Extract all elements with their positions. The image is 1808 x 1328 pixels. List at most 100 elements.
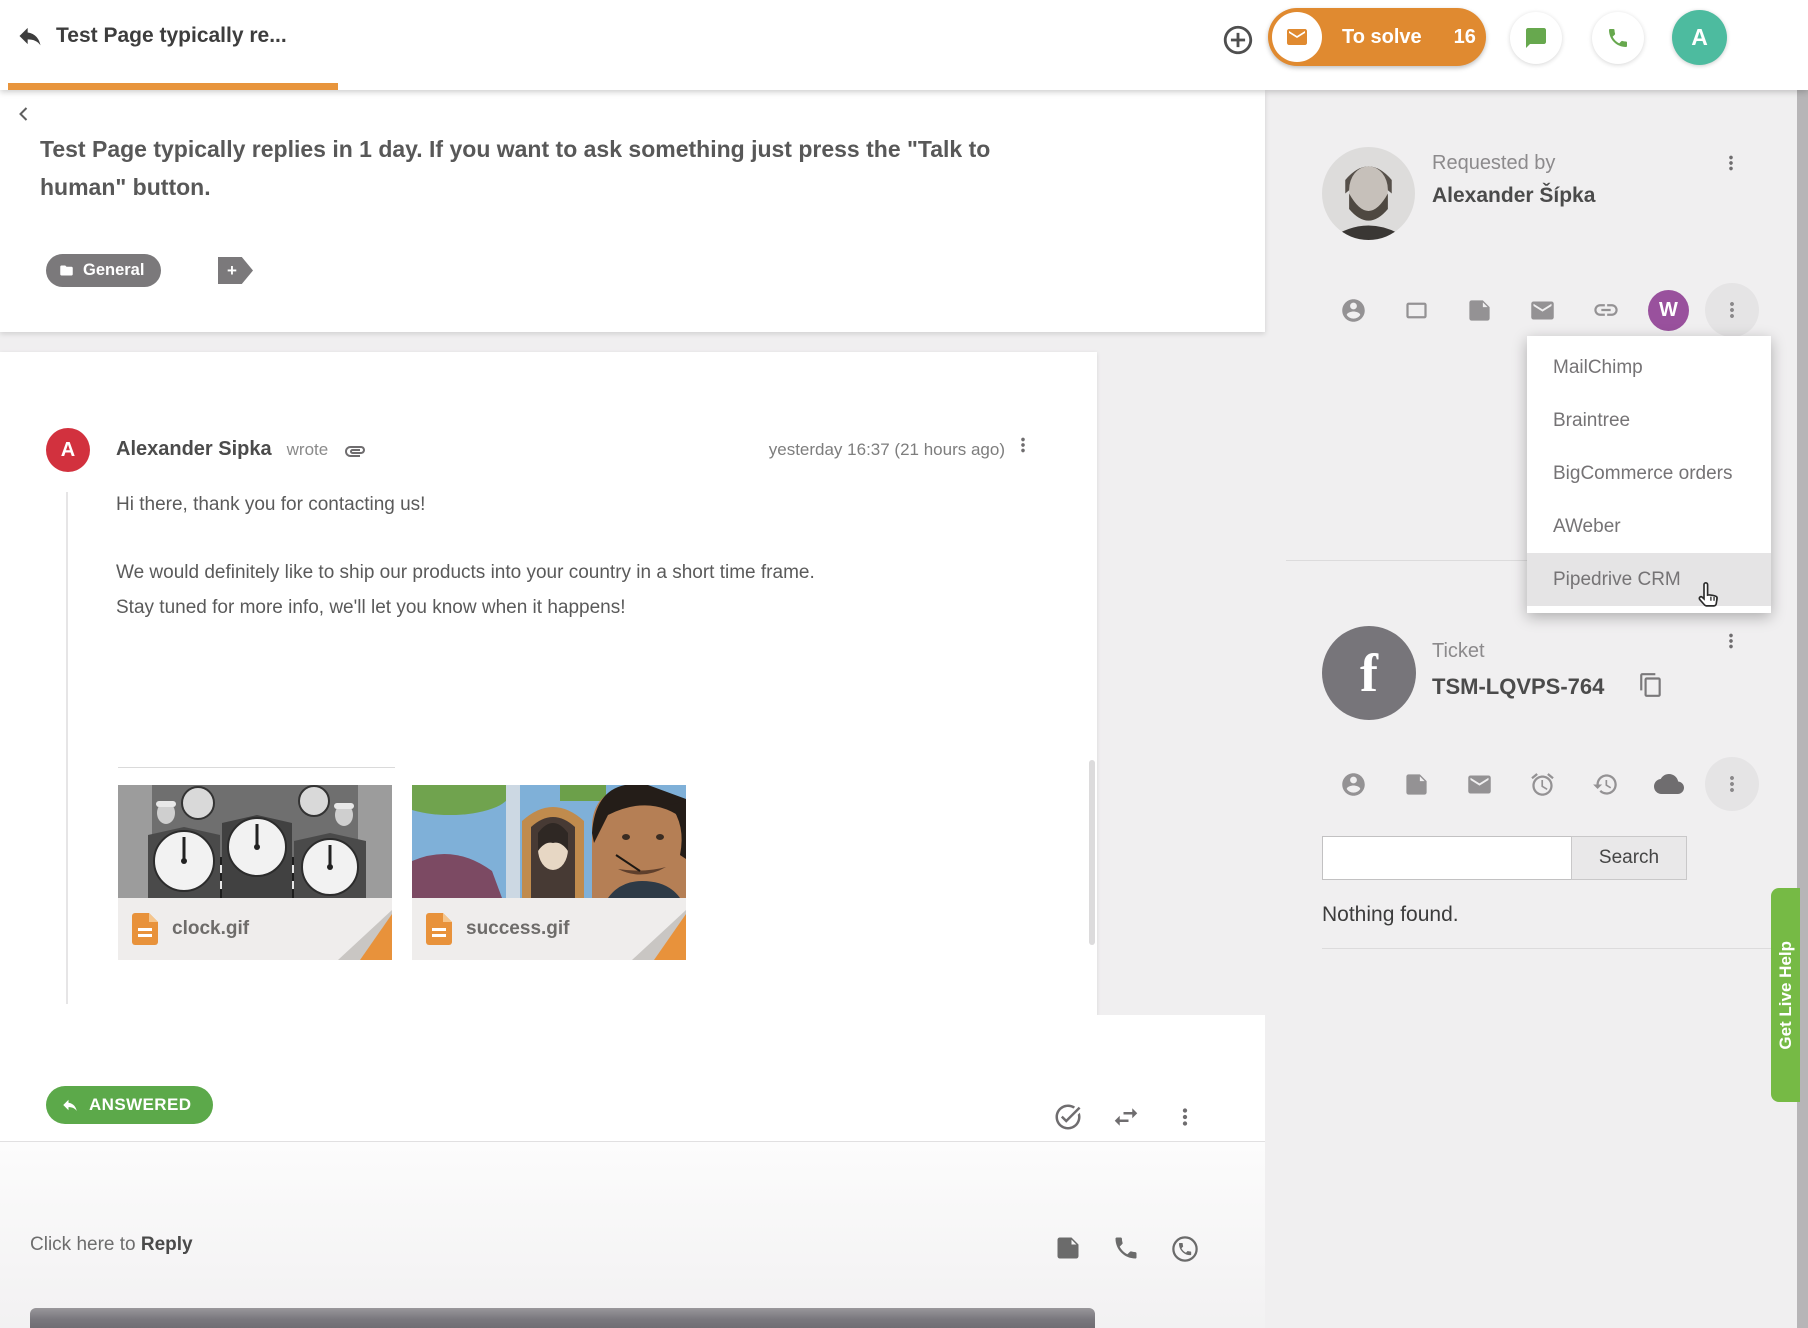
attachment-card[interactable]: clock.gif bbox=[118, 785, 392, 960]
file-icon bbox=[132, 913, 158, 945]
requester-notes-button[interactable] bbox=[1448, 282, 1511, 338]
page-scrollbar[interactable] bbox=[1797, 90, 1808, 1328]
requester-link-button[interactable] bbox=[1574, 282, 1637, 338]
link-icon bbox=[1592, 296, 1620, 324]
swap-horiz-icon bbox=[1111, 1102, 1141, 1132]
check-circle-icon bbox=[1053, 1102, 1083, 1132]
cloud-icon bbox=[1654, 769, 1684, 799]
menu-item-aweber[interactable]: AWeber bbox=[1527, 500, 1771, 553]
mail-icon bbox=[1466, 771, 1493, 798]
attachment-filename: clock.gif bbox=[172, 918, 249, 940]
phone-button[interactable] bbox=[1592, 12, 1644, 64]
mail-icon bbox=[1272, 12, 1322, 62]
answered-status-button[interactable]: ANSWERED bbox=[46, 1086, 213, 1124]
copy-ticket-code-button[interactable] bbox=[1638, 672, 1664, 698]
search-button[interactable]: Search bbox=[1571, 836, 1687, 880]
to-solve-button[interactable]: To solve 16 bbox=[1268, 8, 1486, 66]
reply-action-label: Reply bbox=[141, 1234, 193, 1255]
tag-general[interactable]: General bbox=[46, 254, 161, 287]
ticket-menu-button[interactable] bbox=[1720, 630, 1742, 652]
reply-editor-edge[interactable] bbox=[30, 1308, 1095, 1328]
tab-title: Test Page typically re... bbox=[56, 24, 287, 48]
to-solve-label: To solve bbox=[1342, 26, 1422, 49]
reply-prompt[interactable]: Click here to Reply bbox=[30, 1234, 193, 1256]
ticket-tab[interactable]: Test Page typically re... bbox=[16, 22, 287, 50]
requested-by-label: Requested by bbox=[1432, 152, 1555, 175]
ticket-source-avatar[interactable]: f bbox=[1322, 626, 1416, 720]
resolve-button[interactable] bbox=[1053, 1102, 1083, 1132]
call-button[interactable] bbox=[1112, 1234, 1140, 1262]
fold-corner bbox=[632, 906, 686, 960]
integrations-dropdown: MailChimp Braintree BigCommerce orders A… bbox=[1527, 336, 1771, 613]
reply-icon bbox=[61, 1096, 79, 1114]
ticket-icon-row bbox=[1322, 756, 1763, 812]
plus-icon: + bbox=[227, 261, 237, 281]
cursor-pointer bbox=[1692, 578, 1728, 614]
ticket-more-button[interactable] bbox=[1172, 1104, 1198, 1130]
attachment-filebar: success.gif bbox=[412, 898, 686, 960]
requester-contact-button[interactable] bbox=[1322, 282, 1385, 338]
attachment-filename: success.gif bbox=[466, 918, 570, 940]
ticket-label: Ticket bbox=[1432, 640, 1485, 663]
message-menu-button[interactable] bbox=[1012, 434, 1034, 456]
transfer-button[interactable] bbox=[1111, 1102, 1141, 1132]
wordpress-integration-button[interactable]: W bbox=[1637, 282, 1700, 338]
note-button[interactable] bbox=[1054, 1234, 1082, 1262]
chevron-left-icon bbox=[12, 102, 36, 126]
ticket-contact-button[interactable] bbox=[1322, 756, 1385, 812]
conversation-scrollbar[interactable] bbox=[1089, 760, 1095, 945]
call-schedule-icon bbox=[1170, 1234, 1200, 1264]
search-input[interactable] bbox=[1322, 836, 1572, 880]
schedule-call-button[interactable] bbox=[1170, 1234, 1200, 1264]
requester-avatar[interactable] bbox=[1322, 147, 1415, 240]
ticket-header-card bbox=[0, 90, 1265, 332]
card-icon bbox=[1403, 297, 1430, 324]
menu-item-pipedrive-crm[interactable]: Pipedrive CRM bbox=[1527, 553, 1771, 606]
attachment-card[interactable]: success.gif bbox=[412, 785, 686, 960]
reply-icon bbox=[16, 22, 44, 50]
ticket-mail-button[interactable] bbox=[1448, 756, 1511, 812]
note-icon bbox=[1403, 771, 1430, 798]
topbar: Test Page typically re... To solve 16 A bbox=[0, 0, 1808, 90]
paperclip-icon bbox=[343, 439, 367, 463]
phone-icon bbox=[1606, 26, 1630, 50]
history-icon bbox=[1592, 771, 1619, 798]
app: Test Page typically re... To solve 16 A … bbox=[0, 0, 1808, 1328]
menu-item-braintree[interactable]: Braintree bbox=[1527, 394, 1771, 447]
chat-button[interactable] bbox=[1510, 12, 1562, 64]
menu-item-bigcommerce-orders[interactable]: BigCommerce orders bbox=[1527, 447, 1771, 500]
agent-avatar[interactable]: A bbox=[1672, 10, 1727, 65]
ticket-history-button[interactable] bbox=[1574, 756, 1637, 812]
attachment-thumbnail-clock bbox=[118, 785, 392, 898]
add-ticket-button[interactable] bbox=[1212, 14, 1264, 66]
message-author[interactable]: Alexander Sipka bbox=[116, 438, 272, 461]
ticket-row-more-button[interactable] bbox=[1700, 756, 1763, 812]
attachment-filebar: clock.gif bbox=[118, 898, 392, 960]
ticket-notes-button[interactable] bbox=[1385, 756, 1448, 812]
folder-icon bbox=[59, 263, 74, 278]
requester-mail-button[interactable] bbox=[1511, 282, 1574, 338]
thread-line bbox=[66, 492, 68, 1004]
alarm-icon bbox=[1529, 771, 1556, 798]
empty-result-text: Nothing found. bbox=[1322, 903, 1459, 927]
get-live-help-button[interactable]: Get Live Help bbox=[1771, 888, 1800, 1102]
requester-more-button[interactable] bbox=[1700, 282, 1763, 338]
ticket-reminder-button[interactable] bbox=[1511, 756, 1574, 812]
requester-name[interactable]: Alexander Šípka bbox=[1432, 184, 1595, 208]
copy-icon bbox=[1638, 672, 1664, 698]
ticket-title: Test Page typically replies in 1 day. If… bbox=[40, 130, 1035, 206]
requester-menu-button[interactable] bbox=[1720, 152, 1742, 174]
to-solve-count: 16 bbox=[1454, 26, 1476, 49]
requester-card-button[interactable] bbox=[1385, 282, 1448, 338]
wordpress-letter: W bbox=[1659, 299, 1678, 322]
back-button[interactable] bbox=[12, 102, 36, 126]
ticket-cloud-button[interactable] bbox=[1637, 756, 1700, 812]
kebab-icon bbox=[1012, 434, 1034, 456]
ticket-code[interactable]: TSM-LQVPS-764 bbox=[1432, 674, 1604, 700]
message-paragraph: We would definitely like to ship our pro… bbox=[116, 562, 815, 584]
menu-item-mailchimp[interactable]: MailChimp bbox=[1527, 341, 1771, 394]
kebab-icon bbox=[1172, 1104, 1198, 1130]
mail-icon bbox=[1529, 297, 1556, 324]
tag-label: General bbox=[83, 261, 144, 280]
customer-avatar: A bbox=[46, 428, 90, 472]
